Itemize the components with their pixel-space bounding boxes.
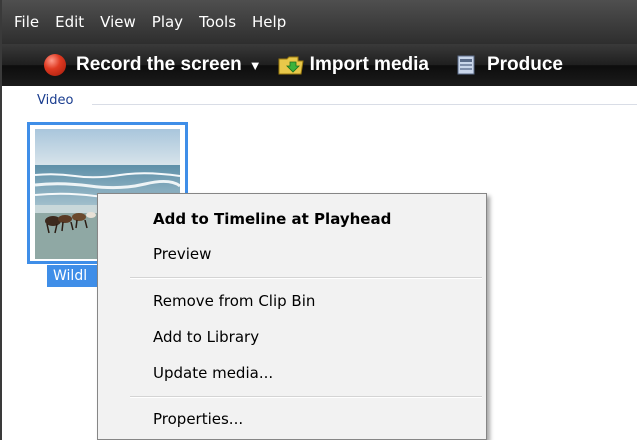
menu-item-remove-from-clip-bin[interactable]: Remove from Clip Bin [153, 291, 315, 311]
import-media-label: Import media [309, 54, 429, 75]
menu-edit[interactable]: Edit [47, 0, 92, 44]
menu-item-preview[interactable]: Preview [153, 244, 211, 264]
produce-icon [457, 55, 475, 75]
menu-item-properties[interactable]: Properties... [153, 409, 243, 429]
chevron-down-icon[interactable]: ▼ [249, 58, 262, 73]
menu-item-add-to-timeline[interactable]: Add to Timeline at Playhead [153, 209, 391, 229]
menu-view[interactable]: View [92, 0, 144, 44]
record-screen-label: Record the screen [76, 54, 242, 75]
menu-separator [130, 277, 482, 279]
record-screen-button[interactable]: Record the screen ▼ [2, 44, 270, 86]
folder-import-icon [278, 56, 304, 75]
menu-item-add-to-library[interactable]: Add to Library [153, 327, 259, 347]
menu-tools[interactable]: Tools [191, 0, 244, 44]
menu-separator [130, 396, 482, 398]
produce-button[interactable]: Produce [437, 44, 571, 86]
context-menu: Add to Timeline at Playhead Preview Remo… [97, 193, 487, 440]
menu-play[interactable]: Play [144, 0, 191, 44]
clip-name-label[interactable]: Wildl [47, 265, 99, 287]
import-media-button[interactable]: Import media [270, 44, 437, 86]
menu-bar: File Edit View Play Tools Help [2, 0, 637, 44]
menu-item-update-media[interactable]: Update media... [153, 363, 273, 383]
menu-help[interactable]: Help [244, 0, 294, 44]
section-divider [92, 104, 637, 105]
toolbar: Record the screen ▼ Import media Produce [2, 44, 637, 86]
section-title-video: Video [37, 93, 74, 108]
record-icon [44, 54, 66, 76]
produce-label: Produce [486, 54, 564, 75]
menu-file[interactable]: File [2, 0, 47, 44]
